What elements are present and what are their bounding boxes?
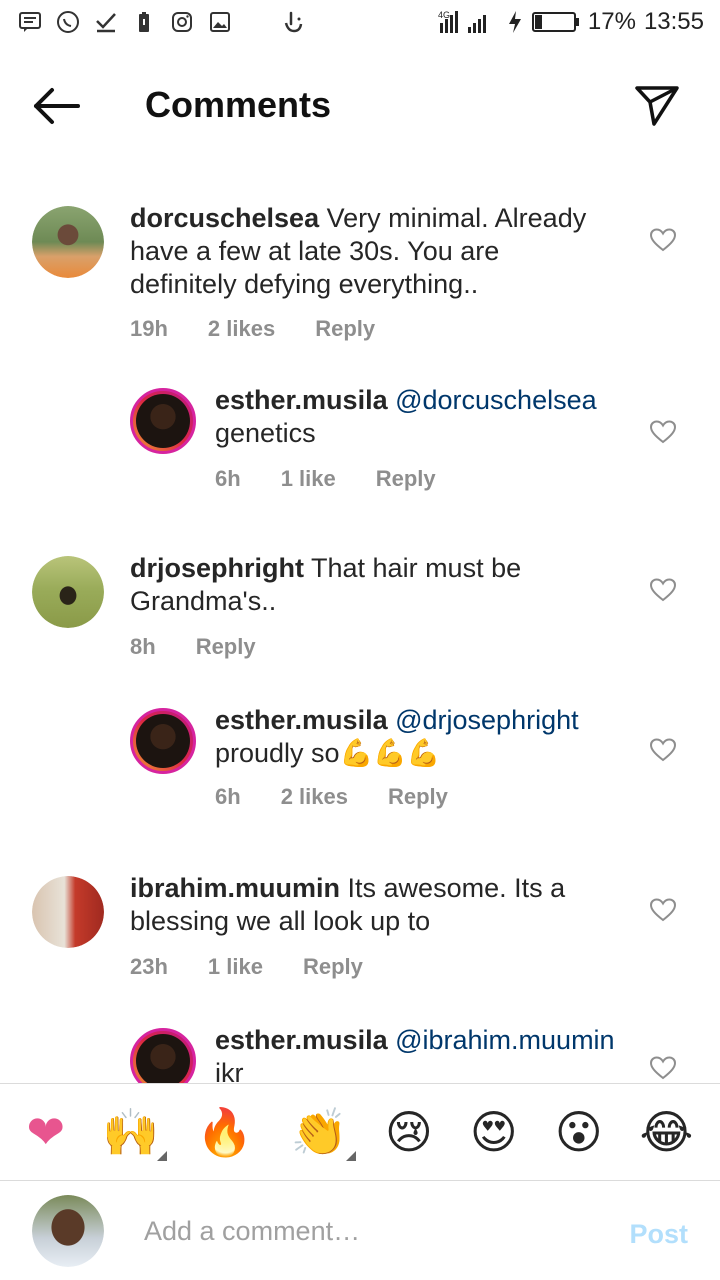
whatsapp-icon	[57, 11, 79, 33]
heart-icon[interactable]	[650, 420, 676, 444]
reply-button[interactable]: Reply	[388, 784, 448, 810]
charging-icon	[508, 11, 521, 33]
clock: 13:55	[643, 8, 704, 35]
battery-percent: 17%	[587, 8, 636, 35]
signal-icon: 4G	[438, 10, 486, 33]
comment-username[interactable]: esther.musila	[215, 1025, 388, 1055]
mention-link[interactable]: @ibrahim.muumin	[395, 1025, 614, 1055]
message-icon	[19, 12, 41, 32]
battery-icon	[531, 12, 579, 32]
notification-icons	[18, 10, 306, 34]
tears-of-joy-emoji[interactable]: 😂	[640, 1109, 694, 1155]
comment-username[interactable]: ibrahim.muumin	[130, 873, 340, 903]
surprised-face-emoji[interactable]: 😮	[555, 1109, 603, 1155]
reply-button[interactable]: Reply	[315, 316, 375, 342]
skin-tone-indicator-icon	[157, 1150, 168, 1161]
task-check-icon	[96, 13, 116, 33]
comment-likes[interactable]: 2 likes	[208, 316, 275, 342]
comment-composer: Post	[0, 1180, 720, 1280]
mention-link[interactable]: @dorcuschelsea	[395, 385, 597, 415]
avatar[interactable]	[130, 708, 196, 774]
raised-hands-glyph: 🙌	[102, 1104, 160, 1159]
red-heart-emoji[interactable]: ❤	[26, 1109, 65, 1155]
comment-text: esther.musila @drjosephright proudly so💪…	[215, 704, 615, 770]
heart-icon[interactable]	[650, 228, 676, 252]
comment-text: drjosephright That hair must be Grandma'…	[130, 552, 610, 618]
avatar[interactable]	[130, 388, 196, 454]
emoji-bar: ❤ 🙌 🔥 👏 😢 😍 😮 😂	[0, 1083, 720, 1179]
comment-meta: 23h 1 like Reply	[130, 954, 363, 980]
comment-likes[interactable]: 2 likes	[281, 784, 348, 810]
clapping-hands-emoji[interactable]: 👏	[291, 1109, 356, 1161]
comment-time: 6h	[215, 784, 241, 809]
clapping-hands-glyph: 👏	[290, 1104, 348, 1159]
comment-body: proudly so💪💪💪	[215, 738, 441, 768]
comment-likes[interactable]: 1 like	[281, 466, 336, 492]
heart-icon[interactable]	[650, 1056, 676, 1080]
crying-face-emoji[interactable]: 😢	[385, 1109, 433, 1155]
comments-list[interactable]: dorcuschelsea Very minimal. Already have…	[0, 190, 720, 1083]
send-direct-icon[interactable]	[634, 82, 680, 128]
heart-icon[interactable]	[650, 738, 676, 762]
gallery-icon	[210, 12, 230, 32]
touch-icon	[284, 11, 303, 33]
comment-time: 6h	[215, 466, 241, 491]
comment-text: esther.musila @ibrahim.muumin ikr	[215, 1024, 635, 1083]
back-arrow-icon[interactable]	[30, 84, 82, 128]
svg-text:4G: 4G	[438, 10, 450, 20]
comment-meta: 8h Reply	[130, 634, 256, 660]
reply-button[interactable]: Reply	[376, 466, 436, 492]
comment-time: 19h	[130, 316, 168, 341]
reply-button[interactable]: Reply	[196, 634, 256, 660]
comment-username[interactable]: esther.musila	[215, 705, 388, 735]
comment-username[interactable]: esther.musila	[215, 385, 388, 415]
skin-tone-indicator-icon	[345, 1150, 356, 1161]
comment-text: esther.musila @dorcuschelsea genetics	[215, 384, 615, 450]
avatar[interactable]	[32, 206, 104, 278]
status-bar: 4G 17% 13:55	[0, 0, 720, 50]
comment-text: ibrahim.muumin Its awesome. Its a blessi…	[130, 872, 610, 938]
comment-likes[interactable]: 1 like	[208, 954, 263, 980]
battery-alert-icon	[139, 12, 149, 32]
mention-link[interactable]: @drjosephright	[395, 705, 579, 735]
comment-time: 8h	[130, 634, 156, 659]
heart-icon[interactable]	[650, 898, 676, 922]
system-status: 4G 17% 13:55	[438, 8, 704, 36]
comment-body: ikr	[215, 1058, 244, 1083]
comment-body: genetics	[215, 418, 316, 448]
comment-username[interactable]: drjosephright	[130, 553, 304, 583]
comment-meta: 6h 2 likes Reply	[215, 784, 448, 810]
comment-username[interactable]: dorcuschelsea	[130, 203, 319, 233]
comment-meta: 19h 2 likes Reply	[130, 316, 375, 342]
instagram-icon	[172, 12, 192, 32]
comment-time: 23h	[130, 954, 168, 979]
post-button[interactable]: Post	[629, 1219, 688, 1250]
comment-meta: 6h 1 like Reply	[215, 466, 436, 492]
comment-text: dorcuschelsea Very minimal. Already have…	[130, 202, 610, 301]
my-avatar	[32, 1195, 104, 1267]
comment-input[interactable]	[144, 1211, 594, 1251]
avatar[interactable]	[32, 876, 104, 948]
heart-eyes-emoji[interactable]: 😍	[470, 1109, 518, 1155]
header: Comments	[0, 70, 720, 142]
fire-emoji[interactable]: 🔥	[196, 1109, 253, 1155]
heart-icon[interactable]	[650, 578, 676, 602]
raised-hands-emoji[interactable]: 🙌	[102, 1109, 168, 1161]
reply-button[interactable]: Reply	[303, 954, 363, 980]
avatar[interactable]	[32, 556, 104, 628]
avatar[interactable]	[130, 1028, 196, 1083]
page-title: Comments	[145, 84, 332, 125]
